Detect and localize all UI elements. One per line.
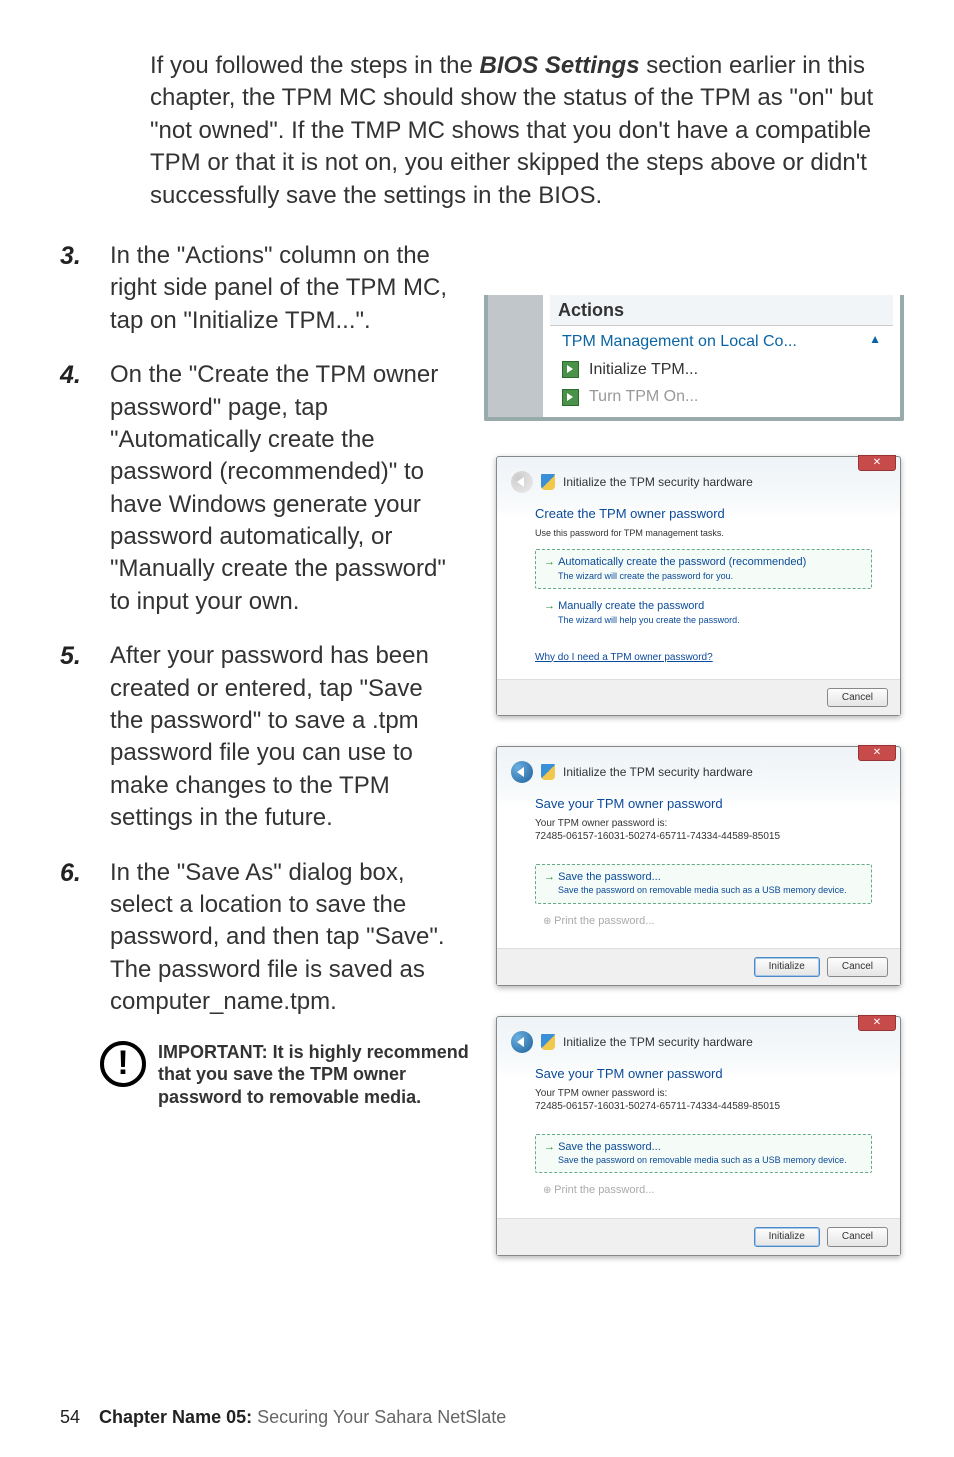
dialog-subtitle: Use this password for TPM management tas… (535, 527, 872, 539)
turn-tpm-on-label: Turn TPM On... (589, 386, 698, 408)
option-title: Manually create the password (544, 599, 863, 614)
initialize-tpm-link[interactable]: Initialize TPM... (558, 356, 885, 384)
password-label: Your TPM owner password is: (535, 1087, 872, 1101)
arrow-icon (562, 361, 579, 378)
step-number: 3. (60, 240, 110, 337)
page-footer: 54 Chapter Name 05: Securing Your Sahara… (60, 1405, 506, 1429)
actions-group-label: TPM Management on Local Co... (562, 331, 797, 353)
important-note: IMPORTANT: It is highly recommend that y… (100, 1041, 470, 1109)
actions-heading: Actions (550, 295, 893, 326)
page-number: 54 (60, 1407, 80, 1427)
option-desc: Save the password on removable media suc… (558, 884, 863, 896)
step-text: In the "Actions" column on the right sid… (110, 240, 450, 337)
dialog-title: Create the TPM owner password (535, 505, 872, 523)
step-number: 4. (60, 359, 110, 618)
back-button[interactable] (511, 471, 533, 493)
dialog-header-title: Initialize the TPM security hardware (563, 1034, 753, 1050)
back-button[interactable] (511, 1031, 533, 1053)
dialog-header-title: Initialize the TPM security hardware (563, 764, 753, 780)
option-desc: Save the password on removable media suc… (558, 1154, 863, 1166)
dialog-save-password-1: ✕ Initialize the TPM security hardware S… (496, 746, 901, 986)
close-button[interactable]: ✕ (858, 455, 896, 471)
step-text: After your password has been created or … (110, 640, 450, 834)
close-button[interactable]: ✕ (858, 1015, 896, 1031)
option-auto-create[interactable]: Automatically create the password (recom… (535, 549, 872, 589)
dialog-title: Save your TPM owner password (535, 795, 872, 813)
cancel-button[interactable]: Cancel (827, 1227, 888, 1247)
option-manual-create[interactable]: Manually create the password The wizard … (535, 593, 872, 633)
step-number: 5. (60, 640, 110, 834)
initialize-tpm-label: Initialize TPM... (589, 359, 698, 381)
actions-panel: Actions TPM Management on Local Co... ▲ … (484, 295, 904, 421)
option-print-password[interactable]: Print the password... (535, 908, 872, 935)
alert-icon (100, 1041, 146, 1087)
option-print-password[interactable]: Print the password... (535, 1177, 872, 1204)
important-text: IMPORTANT: It is highly recommend that y… (158, 1041, 470, 1109)
back-button[interactable] (511, 761, 533, 783)
shield-icon (541, 1034, 555, 1050)
intro-paragraph: If you followed the steps in the BIOS Se… (150, 50, 894, 212)
step-text: On the "Create the TPM owner password" p… (110, 359, 450, 618)
shield-icon (541, 764, 555, 780)
password-value: 72485-06157-16031-50274-65711-74334-4458… (535, 1100, 872, 1114)
option-title: Save the password... (544, 1140, 863, 1155)
actions-group[interactable]: TPM Management on Local Co... ▲ (558, 326, 885, 356)
dialog-header-title: Initialize the TPM security hardware (563, 474, 753, 490)
option-title: Automatically create the password (recom… (544, 555, 863, 570)
chapter-label: Chapter Name 05: (99, 1407, 252, 1427)
option-save-password[interactable]: Save the password... Save the password o… (535, 864, 872, 904)
option-desc: The wizard will create the password for … (558, 570, 863, 582)
initialize-button[interactable]: Initialize (754, 1227, 820, 1247)
shield-icon (541, 474, 555, 490)
dialog-create-password: ✕ Initialize the TPM security hardware C… (496, 456, 901, 716)
turn-tpm-on-link[interactable]: Turn TPM On... (558, 383, 885, 411)
password-label: Your TPM owner password is: (535, 817, 872, 831)
close-button[interactable]: ✕ (858, 745, 896, 761)
initialize-button[interactable]: Initialize (754, 957, 820, 977)
arrow-icon (562, 389, 579, 406)
collapse-icon[interactable]: ▲ (869, 331, 881, 353)
dialog-save-password-2: ✕ Initialize the TPM security hardware S… (496, 1016, 901, 1256)
step-number: 6. (60, 857, 110, 1019)
option-save-password[interactable]: Save the password... Save the password o… (535, 1134, 872, 1174)
help-link[interactable]: Why do I need a TPM owner password? (535, 651, 713, 665)
option-title: Save the password... (544, 870, 863, 885)
cancel-button[interactable]: Cancel (827, 957, 888, 977)
cancel-button[interactable]: Cancel (827, 688, 888, 708)
chapter-rest: Securing Your Sahara NetSlate (252, 1407, 506, 1427)
password-value: 72485-06157-16031-50274-65711-74334-4458… (535, 830, 872, 844)
dialog-title: Save your TPM owner password (535, 1065, 872, 1083)
step-text: In the "Save As" dialog box, select a lo… (110, 857, 450, 1019)
option-desc: The wizard will help you create the pass… (558, 614, 863, 626)
